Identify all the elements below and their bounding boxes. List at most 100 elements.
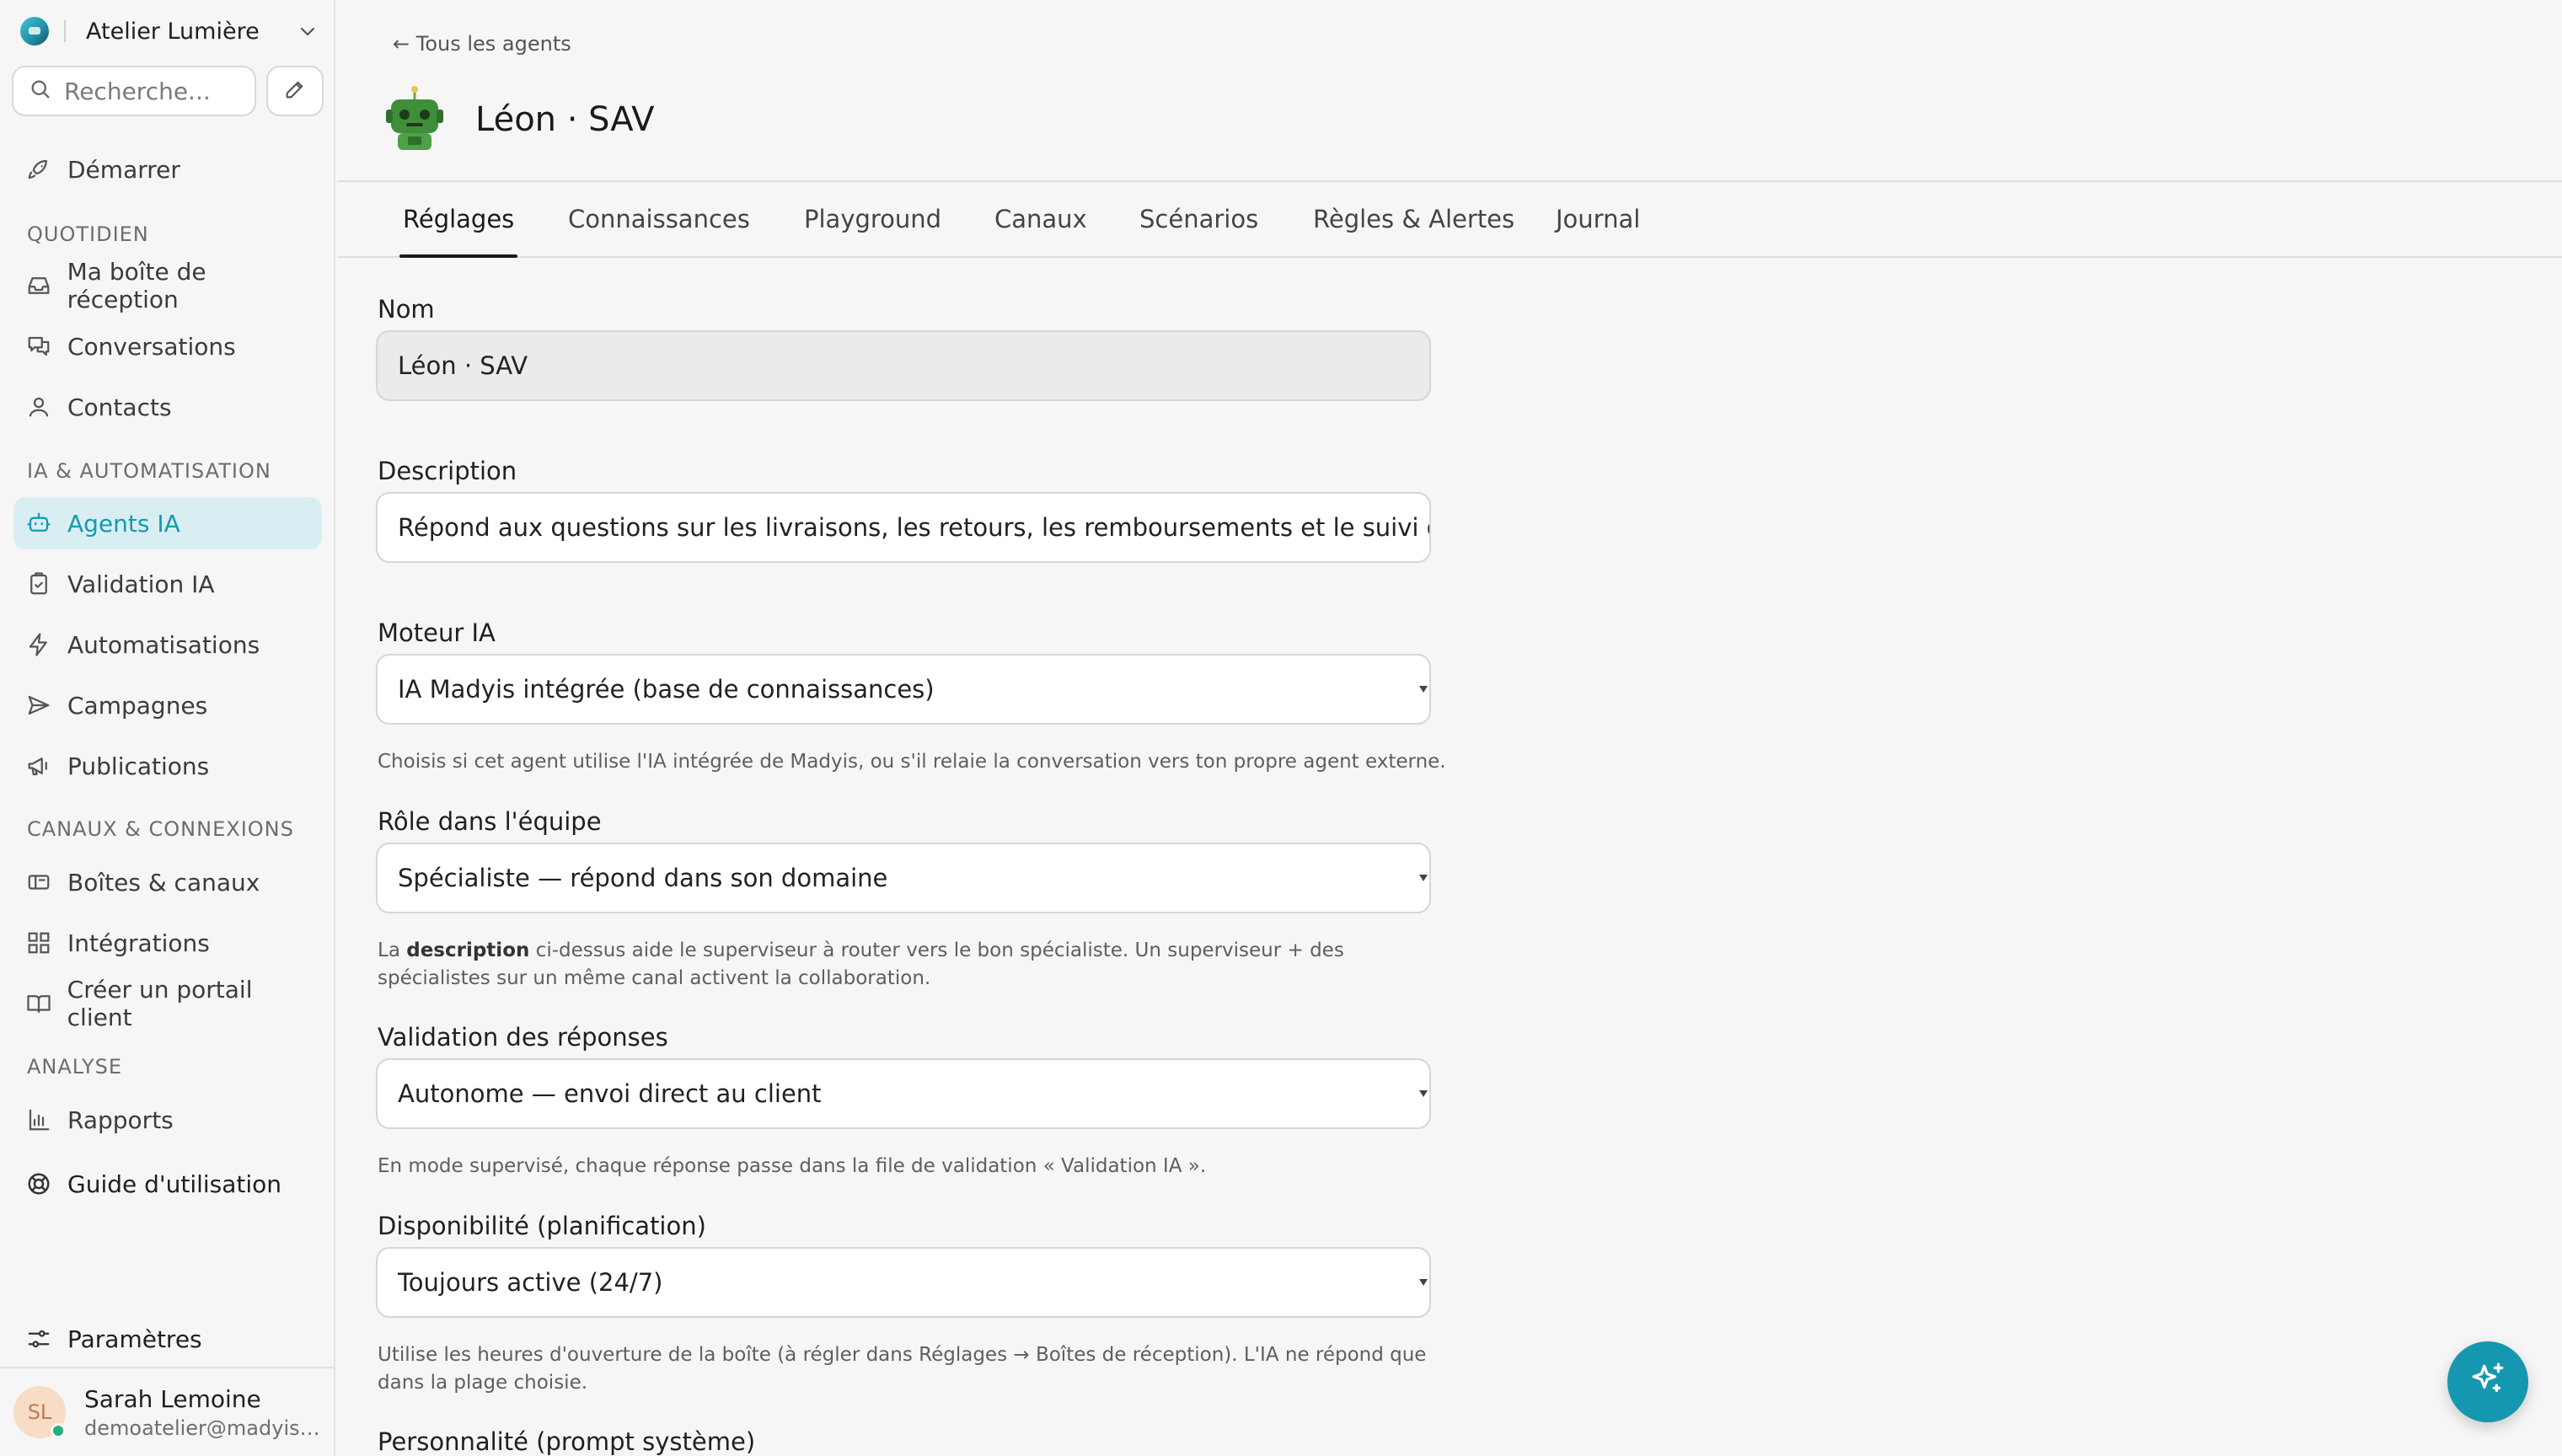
avatar: SL (13, 1386, 66, 1438)
workspace-logo (20, 17, 49, 46)
role-value: Spécialiste — répond dans son domaine (398, 864, 888, 892)
divider (64, 20, 66, 42)
availability-help: Utilise les heures d'ouverture de la boî… (378, 1344, 1427, 1394)
validation-select[interactable]: Autonome — envoi direct au client (376, 1058, 1431, 1129)
nav-contacts-label: Contacts (67, 393, 172, 421)
dropdown-caret-icon (1419, 875, 1428, 881)
bar-chart-icon (25, 1106, 52, 1133)
nav-start[interactable]: Démarrer (13, 143, 322, 195)
robot-avatar-icon (379, 84, 450, 155)
book-open-icon (25, 990, 52, 1017)
tab-rules-alerts[interactable]: Règles & Alertes (1313, 182, 1514, 256)
role-select[interactable]: Spécialiste — répond dans son domaine (376, 843, 1431, 913)
nav-automations[interactable]: Automatisations (13, 618, 322, 671)
nav-settings-label: Paramètres (67, 1325, 202, 1353)
nav-inbox-label: Ma boîte de réception (67, 258, 206, 313)
nav-automations-label: Automatisations (67, 630, 260, 659)
nav-conversations-label: Conversations (67, 332, 236, 361)
tab-knowledge[interactable]: Connaissances (568, 182, 750, 256)
availability-label: Disponibilité (planification) (378, 1212, 706, 1240)
search-box[interactable] (12, 66, 256, 116)
nav-agents[interactable]: Agents IA (13, 497, 322, 549)
role-help-bold: description (406, 939, 530, 961)
compose-button[interactable] (266, 66, 324, 116)
megaphone-icon (25, 752, 52, 779)
agent-header: Léon · SAV (379, 84, 654, 155)
section-ai: IA & AUTOMATISATION (27, 459, 271, 483)
nav-guide[interactable]: Guide d'utilisation (13, 1158, 322, 1210)
workspace-name: Atelier Lumière (86, 18, 260, 45)
nav-integrations[interactable]: Intégrations (13, 917, 322, 969)
user-icon (25, 393, 52, 420)
nav-campaigns[interactable]: Campagnes (13, 679, 322, 731)
tab-bar: Réglages Connaissances Playground Canaux… (337, 182, 2562, 258)
role-help: La description ci-dessus aide le supervi… (378, 937, 1448, 993)
back-link[interactable]: ← Tous les agents (393, 32, 571, 56)
ai-assistant-button[interactable] (2447, 1341, 2528, 1422)
online-status-dot (51, 1423, 66, 1438)
search-row (12, 66, 324, 118)
nav-boxes[interactable]: Boîtes & canaux (13, 856, 322, 908)
search-icon (29, 78, 52, 104)
nav-validation[interactable]: Validation IA (13, 558, 322, 610)
name-field[interactable]: Léon · SAV (376, 330, 1431, 401)
role-help-prefix: La (378, 939, 407, 961)
tab-settings[interactable]: Réglages (399, 182, 518, 258)
tab-scenarios[interactable]: Scénarios (1139, 182, 1258, 256)
avatar-initials: SL (27, 1400, 52, 1424)
nav-conversations[interactable]: Conversations (13, 320, 322, 372)
rocket-icon (25, 156, 52, 183)
nav-reports-label: Rapports (67, 1105, 174, 1134)
nav-boxes-label: Boîtes & canaux (67, 868, 260, 897)
send-icon (25, 692, 52, 719)
availability-select[interactable]: Toujours active (24/7) (376, 1247, 1431, 1318)
lifebuoy-icon (25, 1170, 52, 1197)
user-profile[interactable]: SL Sarah Lemoine demoatelier@madyish... (0, 1367, 334, 1456)
section-channels: CANAUX & CONNEXIONS (27, 817, 294, 841)
pencil-icon (283, 78, 307, 104)
nav-validation-label: Validation IA (67, 570, 215, 598)
tab-channels[interactable]: Canaux (994, 182, 1087, 256)
nav-portal-label: Créer un portail client (67, 976, 253, 1031)
engine-help: Choisis si cet agent utilise l'IA intégr… (378, 751, 1446, 773)
role-label: Rôle dans l'équipe (378, 807, 602, 836)
nav-settings[interactable]: Paramètres (13, 1313, 322, 1365)
user-email: demoatelier@madyish... (84, 1416, 320, 1440)
nav-inbox[interactable]: Ma boîte de réception (13, 258, 322, 313)
sidebar: Atelier Lumière Démarrer QUOTIDIEN Ma bo… (0, 0, 335, 1456)
dropdown-caret-icon (1419, 1279, 1428, 1286)
mailbox-icon (25, 869, 52, 896)
inbox-icon (25, 272, 52, 299)
name-label: Nom (378, 295, 435, 324)
personality-label: Personnalité (prompt système) (378, 1427, 756, 1456)
tab-playground[interactable]: Playground (804, 182, 941, 256)
chevron-down-icon[interactable] (295, 19, 320, 44)
sparkles-icon (2467, 1359, 2509, 1405)
description-field[interactable]: Répond aux questions sur les livraisons,… (376, 492, 1431, 563)
page-title: Léon · SAV (475, 100, 655, 139)
engine-value: IA Madyis intégrée (base de connaissance… (398, 675, 935, 704)
nav-portal[interactable]: Créer un portail client (13, 976, 322, 1031)
user-info: Sarah Lemoine demoatelier@madyish... (84, 1385, 320, 1440)
nav-contacts[interactable]: Contacts (13, 381, 322, 433)
dropdown-caret-icon (1419, 1090, 1428, 1097)
nav-campaigns-label: Campagnes (67, 691, 208, 720)
main-content: ← Tous les agents Léon · SAV Réglages Co… (337, 0, 2562, 1456)
nav-guide-label: Guide d'utilisation (67, 1170, 282, 1198)
search-input[interactable] (64, 77, 233, 105)
description-value: Répond aux questions sur les livraisons,… (398, 513, 1429, 542)
workspace-switcher[interactable]: Atelier Lumière (20, 12, 320, 51)
nav-publications-label: Publications (67, 752, 210, 780)
tab-journal[interactable]: Journal (1556, 182, 1640, 256)
section-daily: QUOTIDIEN (27, 222, 149, 246)
validation-label: Validation des réponses (378, 1023, 668, 1052)
name-value: Léon · SAV (398, 351, 528, 380)
nav-agents-label: Agents IA (67, 509, 180, 538)
validation-value: Autonome — envoi direct au client (398, 1079, 822, 1108)
nav-publications[interactable]: Publications (13, 740, 322, 792)
description-label: Description (378, 457, 517, 485)
nav-reports[interactable]: Rapports (13, 1094, 322, 1146)
lightning-icon (25, 631, 52, 658)
engine-select[interactable]: IA Madyis intégrée (base de connaissance… (376, 654, 1431, 725)
clipboard-check-icon (25, 570, 52, 597)
